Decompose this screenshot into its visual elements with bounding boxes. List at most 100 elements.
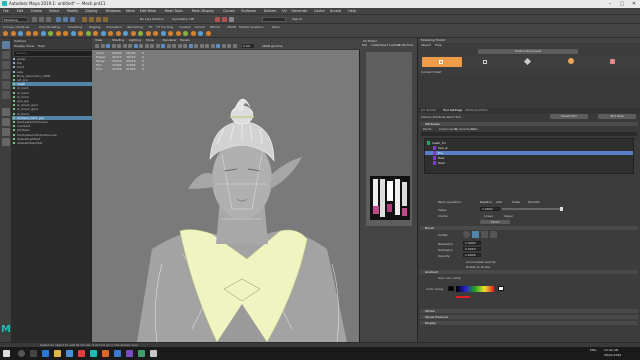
color-ramp-gradient[interactable]	[456, 286, 494, 292]
viewport-toolbar-icon[interactable]	[161, 44, 165, 48]
operation-radio-add[interactable]: Add	[496, 200, 502, 204]
viewport-toolbar-icon[interactable]	[122, 44, 127, 48]
menu-mesh-display[interactable]: Mesh Display	[192, 9, 215, 13]
menu-arnold[interactable]: Arnold	[330, 9, 341, 13]
shelf-tool-icon[interactable]	[78, 31, 83, 36]
snap-point-icon[interactable]	[96, 17, 101, 22]
opacity-field[interactable]: 1.0000	[463, 253, 481, 257]
menu-help[interactable]: Help	[348, 9, 356, 13]
move-tool-icon[interactable]	[2, 71, 10, 79]
shelf-tab-curves-surfaces[interactable]: Curves / Surfaces	[3, 25, 29, 29]
viewport-toolbar-icon[interactable]	[117, 44, 121, 48]
viewport-toolbar-icon[interactable]	[199, 44, 204, 48]
use-color-ramp-checkbox[interactable]: Use color ramp	[438, 276, 461, 280]
maya-taskbar-icon[interactable]	[90, 350, 97, 357]
single-view-icon[interactable]	[2, 108, 10, 116]
shelf-tool-icon[interactable]	[48, 31, 53, 36]
attributes-section-header[interactable]: Attributes	[420, 122, 638, 126]
uv-menu-create[interactable]: Create	[371, 44, 380, 47]
maximize-icon[interactable]: ▢	[616, 0, 628, 8]
snap-view-icon[interactable]	[103, 17, 108, 22]
app-icon-red[interactable]	[78, 350, 85, 357]
shelf-tool-icon[interactable]	[100, 31, 106, 36]
app-icon-orange[interactable]	[102, 350, 109, 357]
uv-menu-modify[interactable]: Modify	[398, 44, 407, 47]
ipr-render-icon[interactable]	[222, 17, 227, 22]
shelf-tab-rigging[interactable]: Rigging	[89, 25, 100, 29]
shelf-tab-xgen[interactable]: XGen	[272, 25, 280, 29]
shelf-tool-icon[interactable]	[138, 31, 143, 36]
app-icon-blue[interactable]	[114, 350, 121, 357]
outliner-menu-show[interactable]: Show	[26, 44, 34, 48]
sign-in-link[interactable]: Sign In	[292, 17, 302, 21]
paint-target-item[interactable]: fire1	[425, 156, 633, 160]
viewport-menu-view[interactable]: View	[95, 38, 102, 42]
mode-select[interactable]: Modeling	[2, 17, 28, 22]
operation-radio-scale[interactable]: Scale	[512, 200, 520, 204]
uv-menu-select[interactable]: Select	[380, 44, 388, 47]
viewport-toolbar-icon[interactable]	[166, 44, 171, 48]
shelf-tool-icon[interactable]	[85, 31, 91, 36]
brush-section-header[interactable]: Brush	[420, 226, 638, 230]
select-tool-icon[interactable]	[2, 41, 10, 49]
shelf-tool-icon[interactable]	[18, 31, 23, 36]
shelf-tab-animation[interactable]: Animation	[106, 25, 121, 29]
gaussian-brush-icon[interactable]	[463, 231, 470, 238]
menu-deform[interactable]: Deform	[264, 9, 277, 13]
shelf-tool-icon[interactable]	[3, 31, 8, 36]
radius-l-field[interactable]: 0.0010	[463, 247, 481, 251]
outliner-search-input[interactable]: Search...	[13, 50, 93, 57]
section-header-stylus-pressure[interactable]: Stylus Pressure	[420, 315, 638, 319]
clamp-upper-checkbox[interactable]: Upper	[504, 214, 513, 218]
viewport-menu-lighting[interactable]: Lighting	[129, 38, 141, 42]
menu-surfaces[interactable]: Surfaces	[241, 9, 256, 13]
face-mode-icon[interactable]	[523, 57, 532, 66]
symmetry-label[interactable]: Symmetry: Off	[172, 17, 194, 21]
paint-target-item[interactable]: mesh_fur	[425, 141, 633, 145]
viewport-toolbar-icon[interactable]	[150, 44, 154, 48]
uv-menu-tools[interactable]: Tools	[407, 44, 413, 47]
mail-icon[interactable]	[66, 350, 73, 357]
section-header-display[interactable]: Display	[420, 321, 638, 325]
viewport-toolbar-icon[interactable]	[144, 44, 149, 48]
clock-time[interactable]: 10:42 AM	[604, 348, 618, 352]
file-explorer-icon[interactable]	[54, 350, 61, 357]
ramp-marker[interactable]	[456, 296, 470, 298]
viewport-toolbar-icon[interactable]	[95, 44, 99, 48]
shelf-tab-fx[interactable]: FX	[149, 25, 153, 29]
value-field[interactable]: 1.0000	[480, 207, 500, 211]
viewport-toolbar-icon[interactable]	[177, 44, 182, 48]
shelf-tool-icon[interactable]	[10, 31, 16, 36]
solid-brush-icon[interactable]	[481, 231, 488, 238]
viewport-toolbar-icon[interactable]	[133, 44, 138, 48]
viewport-toolbar-icon[interactable]	[155, 44, 160, 48]
select-by-component-icon[interactable]	[70, 17, 75, 22]
uv-mode-icon[interactable]	[568, 58, 574, 64]
menu-modify[interactable]: Modify	[67, 9, 78, 13]
shelf-tool-icon[interactable]	[25, 31, 31, 36]
shelf-tool-icon[interactable]	[55, 31, 61, 36]
uv-menu-edit[interactable]: Edit	[362, 44, 367, 47]
shelf-tab-rendering[interactable]: Rendering	[128, 25, 143, 29]
viewport-toolbar-icon[interactable]	[139, 44, 143, 48]
multi-component-button[interactable]: Multi-Component	[478, 49, 578, 54]
tool-help-button[interactable]: Tool Help	[598, 114, 636, 119]
menu-curves[interactable]: Curves	[223, 9, 235, 13]
select-by-hierarchy-icon[interactable]	[56, 17, 61, 22]
clock-date[interactable]: 28/01/2020	[604, 353, 621, 357]
shelf-tab-bifrost[interactable]: Bifrost	[210, 25, 220, 29]
accumulate-opacity-checkbox[interactable]: Accumulate opacity	[466, 260, 496, 264]
viewport-toolbar-icon[interactable]	[183, 44, 187, 48]
menu-uv[interactable]: UV	[282, 9, 287, 13]
rotate-to-stroke-checkbox[interactable]: Rotate to stroke	[466, 265, 490, 269]
outliner-menu-help[interactable]: Help	[38, 44, 45, 48]
shelf-tool-icon[interactable]	[63, 31, 68, 36]
paint-select-icon[interactable]	[2, 61, 10, 69]
menu-mesh[interactable]: Mesh	[126, 9, 135, 13]
render-icon[interactable]	[215, 17, 220, 22]
shelf-tool-icon[interactable]	[108, 31, 113, 36]
menu-mesh-tools[interactable]: Mesh Tools	[165, 9, 183, 13]
operation-radio-replace[interactable]: Replace	[480, 200, 492, 204]
windows-start-icon[interactable]	[3, 350, 10, 357]
ramp-start-swatch[interactable]	[448, 286, 454, 291]
